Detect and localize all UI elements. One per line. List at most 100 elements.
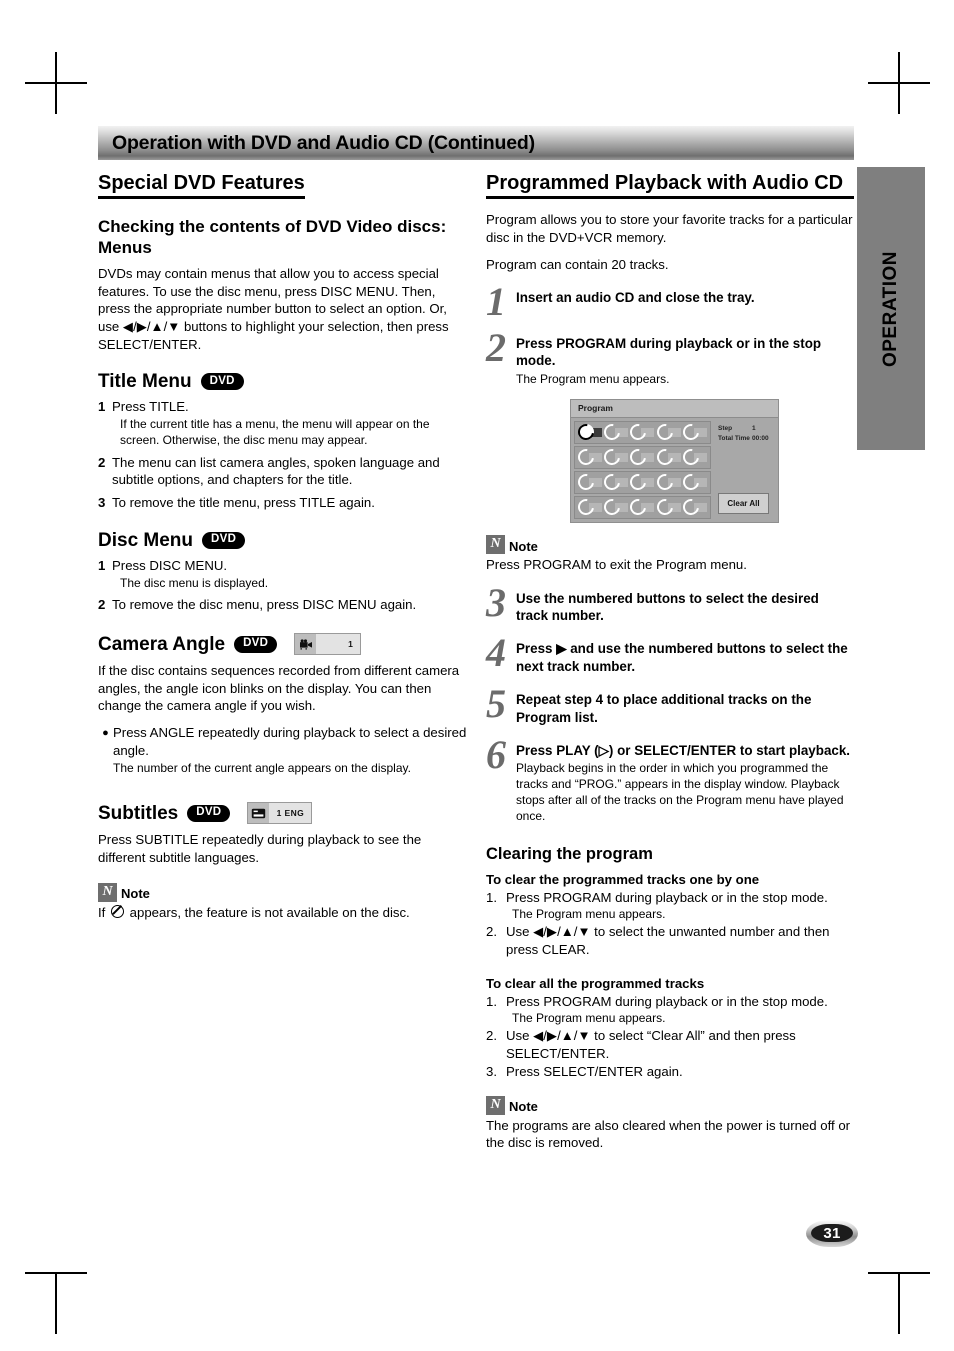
program-track-slot[interactable] [574, 421, 603, 444]
total-time-label: Total Time [718, 434, 750, 442]
program-track-slot[interactable] [653, 421, 681, 444]
paragraph-checking-contents: DVDs may contain menus that allow you to… [98, 265, 449, 352]
step-text: Insert an audio CD and close the tray. [516, 290, 755, 306]
program-info-panel: Step 1 Total Time 00:00 Clear All [714, 421, 775, 519]
note-icon: N [486, 1095, 505, 1115]
list-camera-angle-bullets: ● Press ANGLE repeatedly during playback… [98, 724, 470, 777]
paragraph-program-intro-2: Program can contain 20 tracks. [486, 256, 669, 272]
section-title-programmed-playback: Programmed Playback with Audio CD [486, 172, 854, 200]
list-item: 1 Press TITLE. If the current title has … [98, 398, 470, 448]
program-track-slot[interactable] [574, 446, 603, 469]
step-number: 4 [486, 630, 506, 676]
heading-checking-contents: Checking the contents of DVD Video discs… [98, 217, 447, 257]
item-note: The Program menu appears. [512, 907, 666, 922]
program-track-row [574, 445, 711, 469]
disc-icon [679, 446, 702, 469]
page-number-inner-shape: 31 [811, 1224, 853, 1242]
program-track-slot[interactable] [679, 421, 707, 444]
note-label: Note [509, 1099, 538, 1115]
disc-icon [679, 421, 702, 444]
note-header: N Note [486, 534, 854, 554]
disc-icon [601, 421, 624, 444]
note-text-before: If [98, 904, 106, 920]
page-header-banner: Operation with DVD and Audio CD (Continu… [98, 126, 854, 160]
disc-icon [627, 471, 650, 494]
program-track-slot[interactable] [601, 471, 629, 494]
disc-icon [574, 471, 598, 494]
step-value: 1 [752, 424, 756, 432]
angle-indicator-chip: 1 [294, 633, 362, 656]
program-track-slot[interactable] [574, 471, 603, 494]
step-number: 3 [486, 579, 506, 625]
step-text: Press PROGRAM during playback or in the … [516, 336, 822, 369]
step-number: 3 [98, 495, 106, 511]
step-1: 1 Insert an audio CD and close the tray. [486, 282, 854, 322]
disc-icon [653, 496, 676, 519]
program-track-slot[interactable] [627, 496, 655, 519]
list-item: 3 To remove the title menu, press TITLE … [98, 494, 470, 512]
program-track-slot[interactable] [679, 471, 707, 494]
disc-icon [679, 471, 702, 494]
item-number: 2. [486, 924, 497, 940]
item-text: Press PROGRAM during playback or in the … [506, 890, 828, 906]
side-tab-label: OPERATION [880, 250, 901, 367]
disc-icon [653, 446, 676, 469]
heading-clearing-the-program: Clearing the program [486, 845, 653, 864]
program-track-slot[interactable] [601, 496, 629, 519]
item-number: 3. [486, 1063, 497, 1079]
step-3: 3 Use the numbered buttons to select the… [486, 579, 854, 625]
camera-icon [295, 634, 317, 655]
list-item: 2 The menu can list camera angles, spoke… [98, 454, 470, 489]
program-track-slot[interactable] [627, 446, 655, 469]
program-track-slot[interactable] [601, 446, 629, 469]
program-track-slot[interactable] [627, 421, 655, 444]
note-text: If appears, the feature is not available… [98, 904, 470, 922]
step-number: 1 [98, 399, 106, 415]
program-track-grid [574, 420, 711, 519]
step-5: 5 Repeat step 4 to place additional trac… [486, 684, 854, 726]
step-text: Press DISC MENU. [112, 557, 228, 573]
program-track-slot[interactable] [653, 446, 681, 469]
note-text: Press PROGRAM to exit the Program menu. [486, 556, 747, 572]
page-title: Operation with DVD and Audio CD (Continu… [112, 131, 535, 154]
angle-number: 1 [316, 634, 361, 655]
program-track-slot[interactable] [679, 446, 707, 469]
bullet-text: Press ANGLE repeatedly during playback t… [113, 725, 467, 758]
program-track-row [574, 495, 711, 519]
heading-camera-angle-row: Camera Angle DVD 1 [98, 633, 470, 656]
program-track-row [574, 470, 711, 494]
bullet-note: The number of the current angle appears … [113, 761, 411, 776]
step-2: 2 Press PROGRAM during playback or in th… [486, 328, 854, 388]
program-track-slot[interactable] [653, 471, 681, 494]
step-text: Use the numbered buttons to select the d… [516, 590, 819, 623]
disc-icon [627, 496, 650, 519]
disc-icon [627, 446, 650, 469]
disc-icon [601, 471, 624, 494]
heading-clear-one-by-one: To clear the programmed tracks one by on… [486, 872, 760, 888]
manual-page: Operation with DVD and Audio CD (Continu… [0, 0, 954, 1351]
paragraph-program-intro-1: Program allows you to store your favorit… [486, 212, 853, 245]
step-number: 6 [486, 732, 506, 778]
section-title-special-dvd-features: Special DVD Features [98, 172, 305, 200]
note-icon: N [98, 882, 117, 902]
bullet-icon: ● [102, 727, 109, 740]
item-note: The Program menu appears. [512, 1011, 666, 1026]
heading-camera-angle: Camera Angle [98, 633, 226, 655]
heading-clear-all-tracks: To clear all the programmed tracks [486, 975, 705, 991]
subtitle-indicator-chip: 1 ENG [247, 802, 313, 825]
program-track-slot[interactable] [653, 496, 681, 519]
step-6: 6 Press PLAY (▷) or SELECT/ENTER to star… [486, 732, 854, 825]
program-track-slot[interactable] [574, 496, 603, 519]
list-clear-all-tracks: 1. Press PROGRAM during playback or in t… [486, 993, 854, 1081]
clear-all-button[interactable]: Clear All [718, 492, 769, 514]
crop-mark-bottom-left-v [55, 1272, 57, 1334]
disc-icon [601, 446, 624, 469]
program-menu-title: Program [571, 399, 778, 418]
item-number: 1. [486, 890, 497, 906]
side-tab-operation: OPERATION [857, 167, 925, 450]
program-track-slot[interactable] [679, 496, 707, 519]
program-track-slot[interactable] [627, 471, 655, 494]
program-track-slot[interactable] [601, 421, 629, 444]
disc-icon [574, 421, 598, 444]
list-item: 1. Press PROGRAM during playback or in t… [486, 889, 854, 923]
